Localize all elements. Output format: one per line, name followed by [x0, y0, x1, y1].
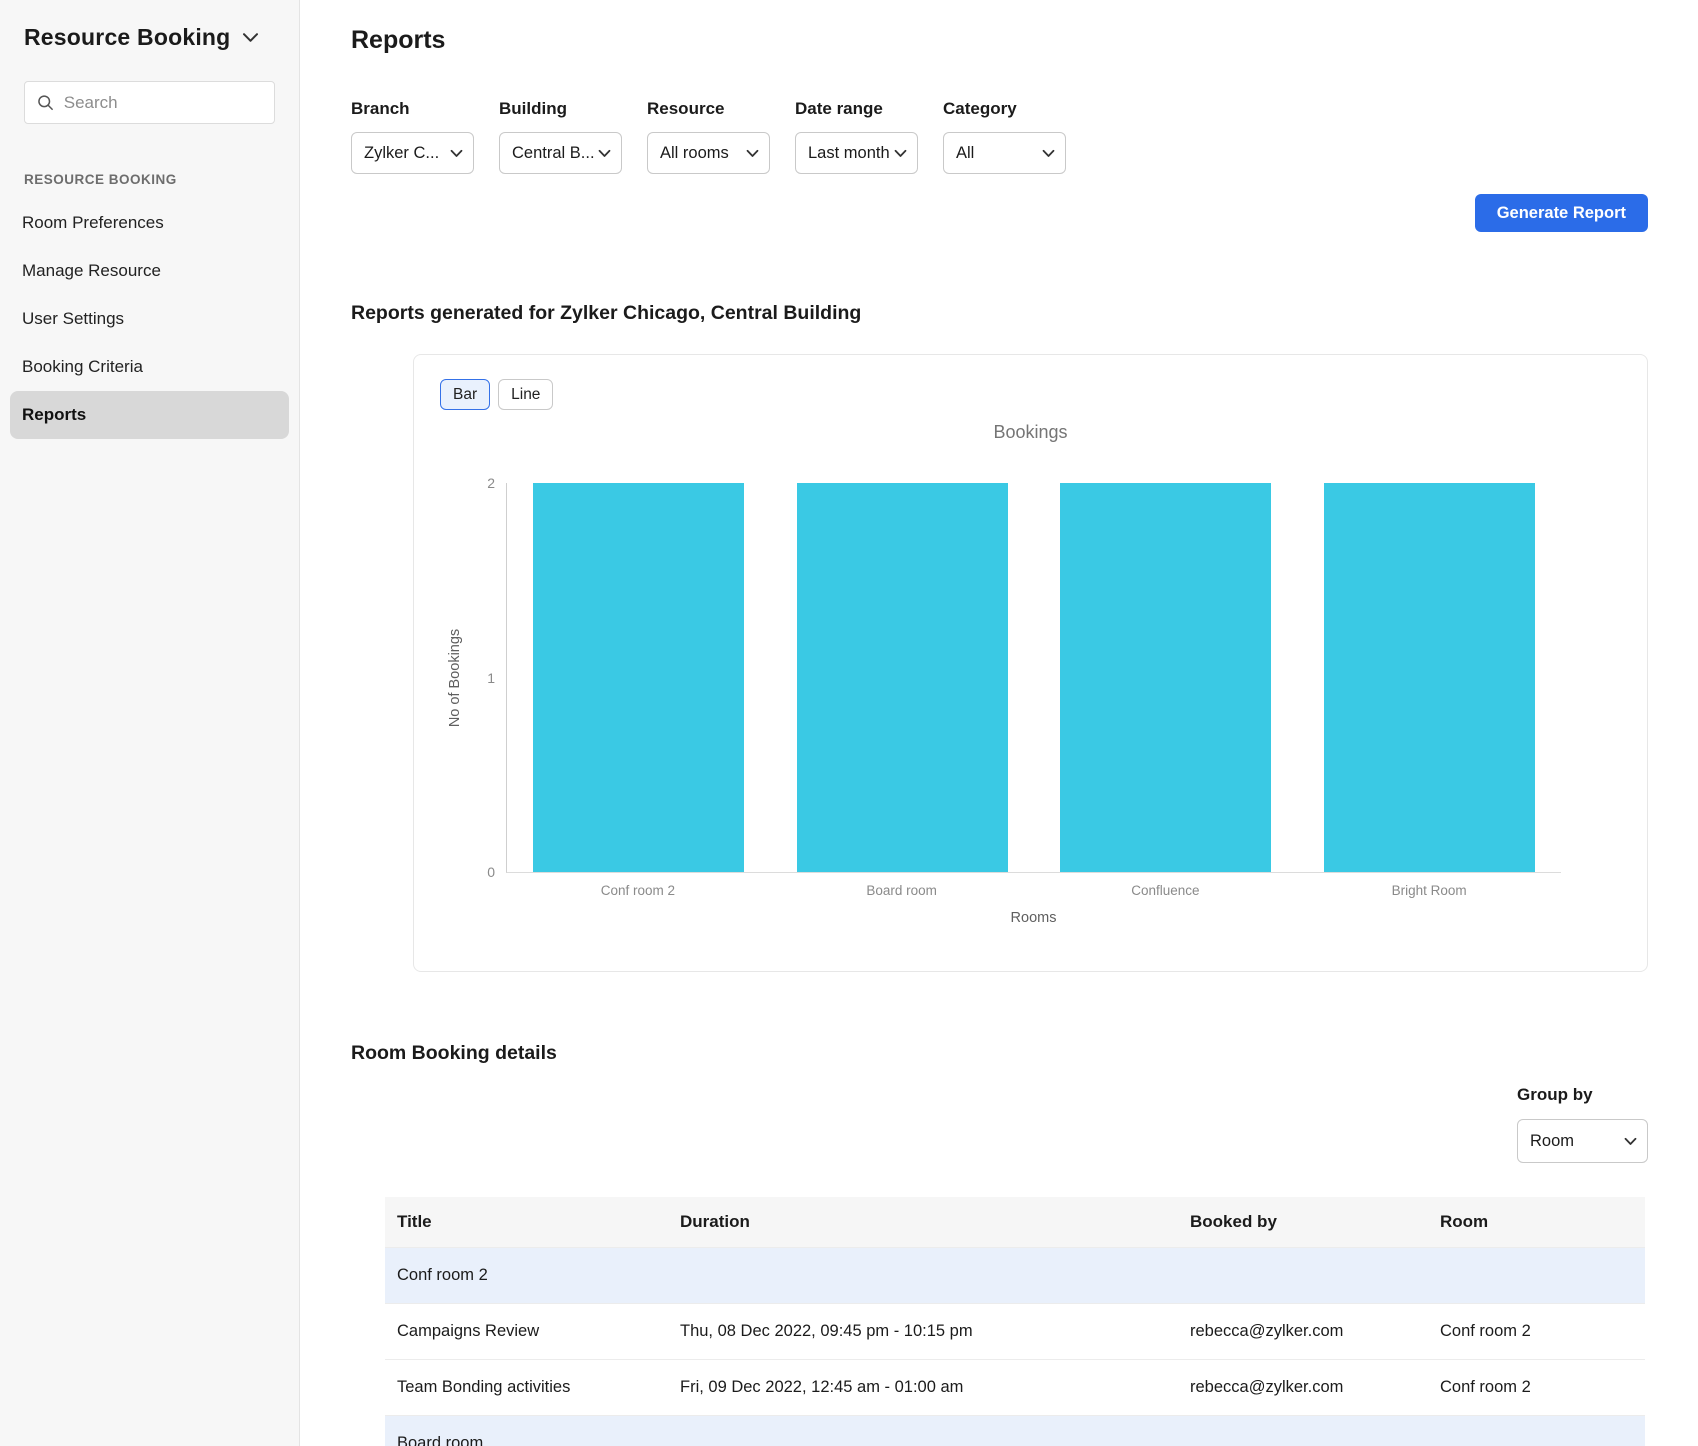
- group-name: Board room: [385, 1416, 495, 1446]
- filter-category: Category All: [943, 99, 1066, 174]
- column-header-booked-by: Booked by: [1178, 1197, 1428, 1247]
- x-tick-confluence: Confluence: [1034, 883, 1298, 898]
- chevron-down-icon: [598, 149, 611, 158]
- bar-bright-room: [1324, 483, 1535, 872]
- date-range-select[interactable]: Last month: [795, 132, 918, 174]
- column-header-room: Room: [1428, 1197, 1645, 1247]
- group-by-label: Group by: [1517, 1085, 1648, 1105]
- cell-room: Conf room 2: [1428, 1360, 1645, 1415]
- cell-booked-by: rebecca@zylker.com: [1178, 1360, 1428, 1415]
- table-row: Campaigns ReviewThu, 08 Dec 2022, 09:45 …: [385, 1304, 1645, 1360]
- filters-row: Branch Zylker C... Building Central B... Res…: [351, 99, 1648, 174]
- group-by-select[interactable]: Room: [1517, 1119, 1648, 1163]
- chevron-down-icon: [242, 32, 259, 43]
- group-by-value: Room: [1530, 1132, 1574, 1151]
- resource-select[interactable]: All rooms: [647, 132, 770, 174]
- y-tick-0: 0: [487, 864, 495, 880]
- bar-series: [507, 483, 1561, 872]
- sidebar-nav: Room PreferencesManage ResourceUser Sett…: [24, 199, 275, 439]
- filter-label-resource: Resource: [647, 99, 770, 119]
- x-tick-board-room: Board room: [770, 883, 1034, 898]
- sidebar-item-user-settings[interactable]: User Settings: [10, 295, 289, 343]
- branch-select[interactable]: Zylker C...: [351, 132, 474, 174]
- sidebar-section-label: RESOURCE BOOKING: [24, 172, 275, 187]
- cell-booked-by: rebecca@zylker.com: [1178, 1304, 1428, 1359]
- search-icon: [37, 93, 54, 112]
- chart-plot-area: No of Bookings 012: [506, 483, 1561, 873]
- filter-label-category: Category: [943, 99, 1066, 119]
- x-axis-label: Rooms: [506, 910, 1561, 926]
- bar-confluence: [1060, 483, 1271, 872]
- category-select[interactable]: All: [943, 132, 1066, 174]
- filter-branch: Branch Zylker C...: [351, 99, 474, 174]
- filter-building: Building Central B...: [499, 99, 622, 174]
- chevron-down-icon: [746, 149, 759, 158]
- chevron-down-icon: [450, 149, 463, 158]
- selected-value: Last month: [808, 144, 890, 163]
- table-row: Team Bonding activitiesFri, 09 Dec 2022,…: [385, 1360, 1645, 1416]
- generate-report-button[interactable]: Generate Report: [1475, 194, 1648, 232]
- app-switcher[interactable]: Resource Booking: [24, 24, 275, 51]
- app-title: Resource Booking: [24, 24, 230, 51]
- filter-label-date-range: Date range: [795, 99, 918, 119]
- cell-duration: Thu, 08 Dec 2022, 09:45 pm - 10:15 pm: [668, 1304, 1178, 1359]
- line-toggle-button[interactable]: Line: [498, 379, 553, 410]
- bookings-table: TitleDurationBooked byRoom Conf room 2Ca…: [385, 1197, 1645, 1446]
- cell-room: Conf room 2: [1428, 1304, 1645, 1359]
- y-axis-label: No of Bookings: [447, 628, 463, 726]
- chevron-down-icon: [894, 149, 907, 158]
- sidebar-item-reports[interactable]: Reports: [10, 391, 289, 439]
- y-tick-2: 2: [487, 475, 495, 491]
- x-tick-conf-room-2: Conf room 2: [506, 883, 770, 898]
- column-header-duration: Duration: [668, 1197, 1178, 1247]
- group-row-conf-room-2: Conf room 2: [385, 1248, 1645, 1304]
- selected-value: All: [956, 144, 974, 163]
- filter-label-branch: Branch: [351, 99, 474, 119]
- sidebar-item-booking-criteria[interactable]: Booking Criteria: [10, 343, 289, 391]
- chart-card: Bar Line Bookings No of Bookings 012 Con…: [413, 354, 1648, 972]
- chevron-down-icon: [1042, 149, 1055, 158]
- filter-resource: Resource All rooms: [647, 99, 770, 174]
- x-axis-tick-labels: Conf room 2Board roomConfluenceBright Ro…: [506, 883, 1561, 898]
- group-row-board-room: Board room: [385, 1416, 1645, 1446]
- details-section-heading: Room Booking details: [351, 1042, 1648, 1065]
- x-tick-bright-room: Bright Room: [1297, 883, 1561, 898]
- page-title: Reports: [351, 26, 1648, 55]
- cell-duration: Fri, 09 Dec 2022, 12:45 am - 01:00 am: [668, 1360, 1178, 1415]
- building-select[interactable]: Central B...: [499, 132, 622, 174]
- sidebar-item-manage-resource[interactable]: Manage Resource: [10, 247, 289, 295]
- cell-title: Team Bonding activities: [385, 1360, 668, 1415]
- search-input[interactable]: [64, 93, 262, 113]
- table-header-row: TitleDurationBooked byRoom: [385, 1197, 1645, 1248]
- sidebar-item-room-preferences[interactable]: Room Preferences: [10, 199, 289, 247]
- selected-value: Zylker C...: [364, 144, 439, 163]
- report-section-heading: Reports generated for Zylker Chicago, Ce…: [351, 302, 1648, 325]
- filter-label-building: Building: [499, 99, 622, 119]
- chart-title: Bookings: [440, 422, 1621, 443]
- chevron-down-icon: [1624, 1137, 1637, 1146]
- sidebar: Resource Booking RESOURCE BOOKING Room P…: [0, 0, 300, 1446]
- y-tick-1: 1: [487, 670, 495, 686]
- bar-conf-room-2: [533, 483, 744, 872]
- bar-toggle-button[interactable]: Bar: [440, 379, 490, 410]
- selected-value: Central B...: [512, 144, 595, 163]
- bar-board-room: [797, 483, 1008, 872]
- group-name: Conf room 2: [385, 1248, 500, 1303]
- selected-value: All rooms: [660, 144, 729, 163]
- chart-type-toggle: Bar Line: [440, 379, 1621, 410]
- filter-date-range: Date range Last month: [795, 99, 918, 174]
- search-box[interactable]: [24, 81, 275, 124]
- cell-title: Campaigns Review: [385, 1304, 668, 1359]
- main-content: Reports Branch Zylker C... Building Central…: [300, 0, 1698, 1446]
- column-header-title: Title: [385, 1197, 668, 1247]
